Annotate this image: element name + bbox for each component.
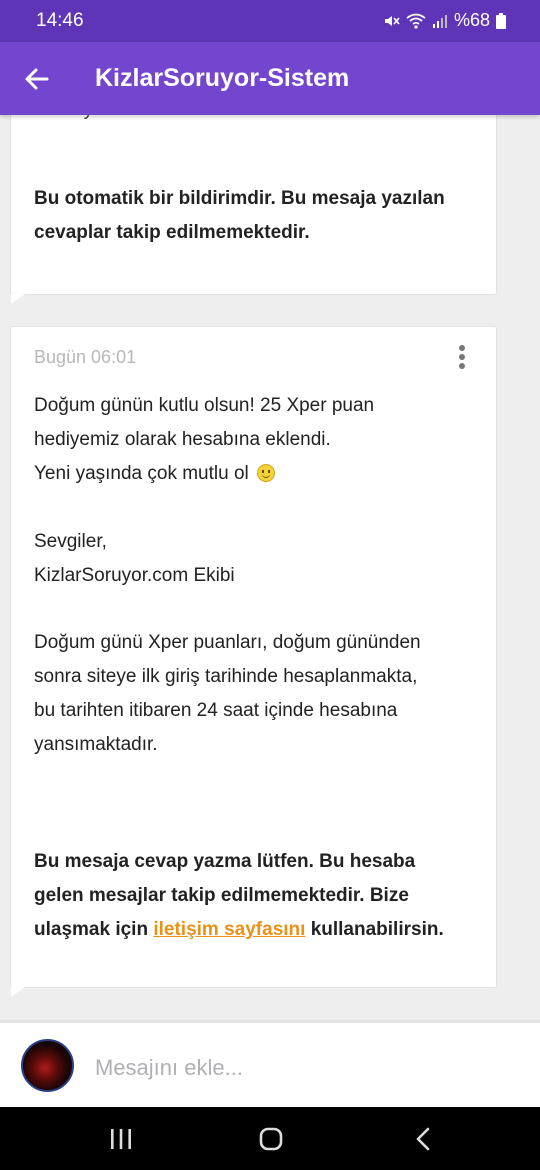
contact-page-link[interactable]: iletişim sayfasını [153,919,305,940]
message-footer-line: cevaplar takip edilmemektedir. [34,222,310,243]
footer-line: gelen mesajlar takip edilmemektedir. Biz… [34,885,409,906]
battery-text: %68 [453,10,490,30]
recents-button[interactable] [106,1125,136,1153]
message-text: inceleyebilirsin. [34,115,163,127]
message-timestamp: Bugün 06:01 [34,347,137,367]
message-line-with-emoji: Yeni yaşında çok mutlu ol [34,457,276,491]
message-bubble: inceleyebilirsin. Bu otomatik bir bildir… [10,115,497,304]
nav-back-button[interactable] [408,1125,438,1153]
signature-line: Sevgiler, [34,531,107,552]
smiley-emoji-icon [257,464,276,482]
avatar[interactable] [21,1039,74,1092]
home-button[interactable] [256,1125,286,1153]
arrow-left-icon [25,68,49,90]
system-nav-bar [0,1107,540,1170]
message-line: hediyemiz olarak hesabına eklendi. [34,429,331,450]
footer-text: ulaşmak için [34,919,154,940]
status-icons: %68 [382,10,506,31]
footer-line-with-link: ulaşmak için iletişim sayfasını kullanab… [34,913,444,947]
signature-line: KizlarSoruyor.com Ekibi [34,565,235,586]
message-input[interactable] [95,1050,515,1086]
footer-line: Bu mesaja cevap yazma lütfen. Bu hesaba [34,851,416,872]
info-line: yansımaktadır. [34,734,158,755]
recents-icon [111,1129,131,1149]
app-bar: KizlarSoruyor-Sistem [0,42,540,115]
info-line: sonra siteye ilk giriş tarihinde hesapla… [34,666,418,687]
footer-text: kullanabilirsin. [305,919,444,940]
conversation-title: KizlarSoruyor-Sistem [95,64,350,92]
message-footer-line: Bu otomatik bir bildirimdir. Bu mesaja y… [34,188,445,209]
bubble-tail [11,987,25,997]
more-vertical-icon [452,345,472,369]
back-button[interactable] [22,64,52,94]
battery-icon [496,12,506,29]
status-time: 14:46 [36,10,84,31]
mute-icon [382,12,400,30]
home-icon [259,1127,283,1151]
nav-back-icon [416,1127,430,1151]
bubble-tail [11,294,25,304]
message-line: Doğum günün kutlu olsun! 25 Xper puan [34,395,375,416]
signal-icon [432,13,448,29]
info-line: bu tarihten itibaren 24 saat içinde hesa… [34,700,398,721]
message-bubble: Bugün 06:01 Doğum günün kutlu olsun! 25 … [10,326,497,997]
message-list[interactable]: inceleyebilirsin. Bu otomatik bir bildir… [0,115,540,1020]
status-bar: 14:46 %68 [0,0,540,42]
message-line: Yeni yaşında çok mutlu ol [34,463,249,484]
composer-bar [0,1020,540,1107]
wifi-icon [406,12,426,30]
info-line: Doğum günü Xper puanları, doğum gününden [34,632,421,653]
more-options-button[interactable] [452,345,472,371]
